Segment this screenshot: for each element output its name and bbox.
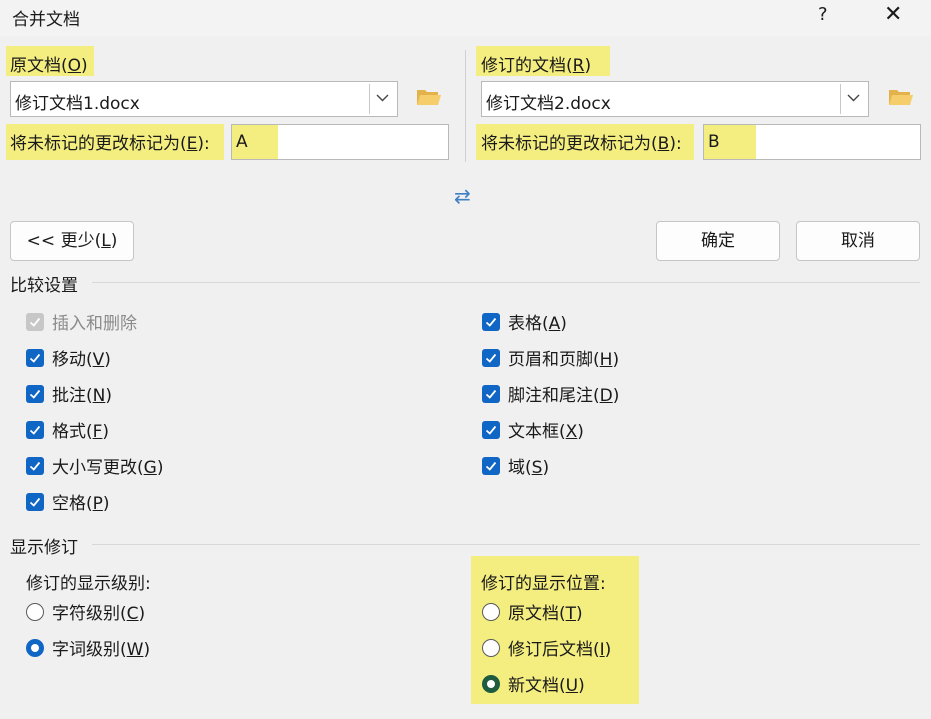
compare-right-checkbox-4[interactable] [482, 457, 500, 475]
show-location-label: 修订的显示位置: [481, 574, 606, 594]
original-doc-label: 原文档(O) [10, 56, 88, 76]
show-level-radio-label-1: 字词级别(W) [52, 640, 151, 660]
compare-left-checkbox-label-3: 格式(F) [52, 422, 110, 442]
checkmark-icon [29, 425, 41, 435]
show-location-radio-0[interactable] [482, 603, 500, 621]
compare-left-checkbox-1[interactable] [26, 349, 44, 367]
original-browse-folder-icon[interactable] [416, 87, 442, 107]
revised-mark-label: 将未标记的更改标记为(B): [481, 134, 682, 154]
revised-doc-combo[interactable]: 修订文档2.docx [481, 81, 869, 117]
show-changes-divider [92, 544, 920, 545]
compare-left-checkbox-label-1: 移动(V) [52, 350, 111, 370]
compare-right-checkbox-label-2: 脚注和尾注(D) [508, 386, 620, 406]
ok-button[interactable]: 确定 [656, 221, 780, 261]
show-location-radio-label-2: 新文档(U) [508, 676, 585, 696]
compare-right-checkbox-1[interactable] [482, 349, 500, 367]
revised-doc-value: 修订文档2.docx [486, 94, 611, 114]
compare-right-checkbox-3[interactable] [482, 421, 500, 439]
show-location-radio-label-0: 原文档(T) [508, 604, 583, 624]
show-location-radio-label-1: 修订后文档(I) [508, 640, 612, 660]
compare-left-checkbox-label-0: 插入和删除 [52, 314, 137, 334]
checkmark-icon [29, 497, 41, 507]
compare-settings-divider [92, 282, 920, 283]
compare-settings-heading: 比较设置 [10, 276, 78, 296]
original-mark-label: 将未标记的更改标记为(E): [10, 134, 210, 154]
compare-right-checkbox-label-4: 域(S) [508, 458, 550, 478]
checkmark-icon [29, 389, 41, 399]
compare-left-checkbox-4[interactable] [26, 457, 44, 475]
show-level-label: 修订的显示级别: [26, 574, 151, 594]
checkmark-icon [29, 461, 41, 471]
compare-right-checkbox-label-3: 文本框(X) [508, 422, 584, 442]
revised-doc-dropdown[interactable] [840, 84, 866, 114]
show-level-radio-1[interactable] [26, 639, 44, 657]
title-bar [0, 0, 931, 36]
checkmark-icon [485, 317, 497, 327]
checkmark-icon [485, 389, 497, 399]
revised-mark-input[interactable]: B [703, 124, 921, 160]
show-location-radio-1[interactable] [482, 639, 500, 657]
compare-left-checkbox-label-2: 批注(N) [52, 386, 112, 406]
compare-left-checkbox-3[interactable] [26, 421, 44, 439]
swap-documents-icon[interactable]: ⇄ [454, 184, 471, 208]
compare-left-checkbox-0 [26, 313, 44, 331]
help-button[interactable]: ? [818, 4, 828, 25]
chevron-down-icon [376, 94, 389, 102]
checkmark-icon [485, 461, 497, 471]
checkmark-icon [29, 353, 41, 363]
revised-mark-value: B [704, 125, 756, 159]
original-doc-value: 修订文档1.docx [15, 94, 140, 114]
checkmark-icon [485, 353, 497, 363]
checkmark-icon [485, 425, 497, 435]
revised-browse-folder-icon[interactable] [888, 87, 914, 107]
vertical-divider [465, 50, 466, 162]
compare-right-checkbox-label-1: 页眉和页脚(H) [508, 350, 620, 370]
show-location-radio-2[interactable] [482, 675, 500, 693]
checkmark-icon [29, 317, 41, 327]
show-level-radio-0[interactable] [26, 603, 44, 621]
compare-left-checkbox-5[interactable] [26, 493, 44, 511]
show-changes-heading: 显示修订 [10, 538, 78, 558]
chevron-down-icon [847, 94, 860, 102]
compare-left-checkbox-label-5: 空格(P) [52, 494, 110, 514]
compare-left-checkbox-2[interactable] [26, 385, 44, 403]
compare-left-checkbox-label-4: 大小写更改(G) [52, 458, 164, 478]
compare-right-checkbox-0[interactable] [482, 313, 500, 331]
original-mark-input[interactable]: A [231, 124, 449, 160]
less-button[interactable]: << 更少(L) [10, 221, 134, 261]
revised-doc-label: 修订的文档(R) [481, 56, 592, 76]
original-mark-value: A [232, 125, 278, 159]
original-doc-combo[interactable]: 修订文档1.docx [10, 81, 398, 117]
close-button[interactable]: ✕ [884, 2, 902, 27]
original-doc-dropdown[interactable] [369, 84, 395, 114]
show-level-radio-label-0: 字符级别(C) [52, 604, 146, 624]
compare-right-checkbox-label-0: 表格(A) [508, 314, 567, 334]
window-title: 合并文档 [12, 10, 80, 30]
compare-right-checkbox-2[interactable] [482, 385, 500, 403]
cancel-button[interactable]: 取消 [796, 221, 920, 261]
